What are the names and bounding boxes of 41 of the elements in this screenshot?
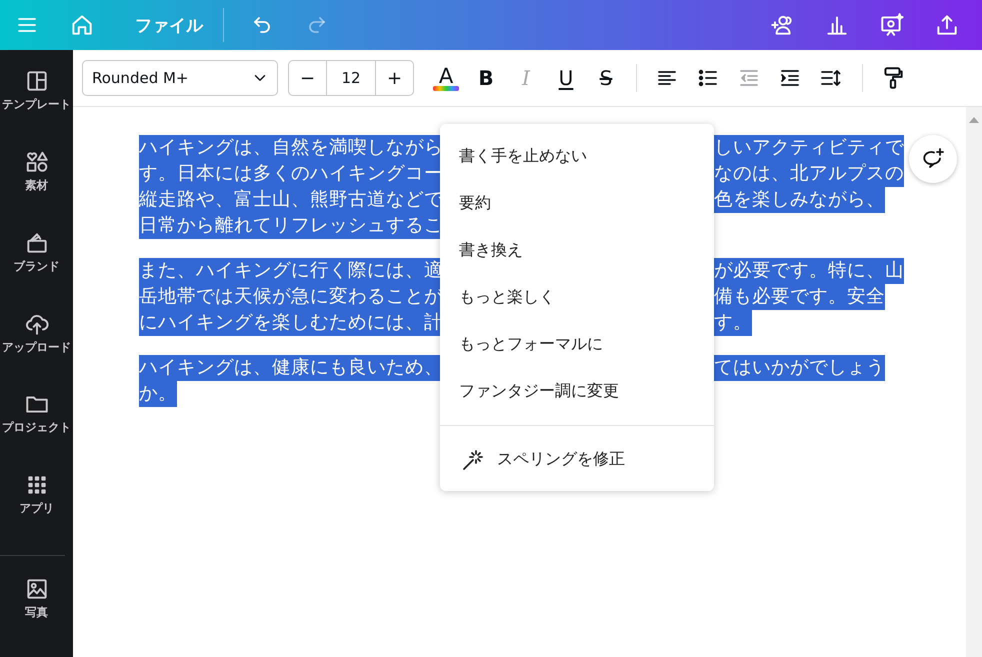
strikethrough-button[interactable]: S — [586, 60, 626, 96]
text-line: ハイキングは、健康にも良いため、 — [139, 356, 439, 380]
sidebar-item[interactable]: アプリ — [0, 472, 73, 554]
text-line: なのは、北アルプスの — [714, 162, 904, 186]
decrease-size-button[interactable]: − — [289, 61, 326, 95]
magic-wand-icon — [461, 448, 485, 472]
text-line: また、ハイキングに行く際には、適 — [139, 259, 439, 283]
text-line: 色を楽しみながら、 — [714, 188, 885, 212]
text-line: 日常から離れてリフレッシュするこ — [139, 214, 443, 238]
scrollbar[interactable] — [966, 107, 982, 657]
sidebar-item[interactable]: テンプレート — [0, 68, 73, 149]
font-size-field[interactable]: 12 — [326, 61, 376, 95]
text-line: てはいかがでしょう — [714, 356, 885, 380]
text-line: にハイキングを楽しむためには、計 — [139, 311, 439, 335]
text-color-button[interactable]: A — [426, 60, 466, 96]
text-line: しいアクティビティで — [714, 136, 904, 160]
sidebar-item[interactable]: アップロード — [0, 310, 73, 392]
comment-plus-icon — [921, 147, 945, 171]
underline-button[interactable]: U — [546, 60, 586, 96]
add-comment-button[interactable] — [909, 135, 957, 183]
menu-item[interactable]: ファンタジー調に変更 — [440, 368, 714, 415]
text-line: ハイキングは、自然を満喫しながら — [139, 136, 439, 160]
menu-item[interactable]: 書く手を止めない — [440, 133, 714, 180]
menu-item[interactable]: もっと楽しく — [440, 274, 714, 321]
bold-button[interactable]: B — [466, 60, 506, 96]
sidebar-item[interactable]: 素材 — [0, 148, 73, 230]
font-name: Rounded M+ — [92, 69, 188, 87]
menu-item[interactable]: スペリングを修正 — [440, 436, 714, 483]
text-line: か。 — [139, 382, 177, 406]
font-dropdown[interactable]: Rounded M+ — [82, 60, 278, 96]
text-line: 備も必要です。安全 — [714, 285, 885, 309]
menu-item[interactable]: もっとフォーマルに — [440, 321, 714, 368]
text-line: す。 — [714, 311, 752, 335]
presentation-sparkle-icon — [879, 12, 905, 38]
menu-item[interactable]: 要約 — [440, 180, 714, 227]
menu-item[interactable]: 書き換え — [440, 227, 714, 274]
text-line: が必要です。特に、山 — [714, 259, 904, 283]
sidebar-item[interactable]: ブランド — [0, 230, 73, 311]
sidebar-item[interactable]: プロジェクト — [0, 391, 73, 472]
increase-size-button[interactable]: + — [376, 61, 413, 95]
sidebar-item[interactable]: 写真 — [0, 576, 73, 657]
